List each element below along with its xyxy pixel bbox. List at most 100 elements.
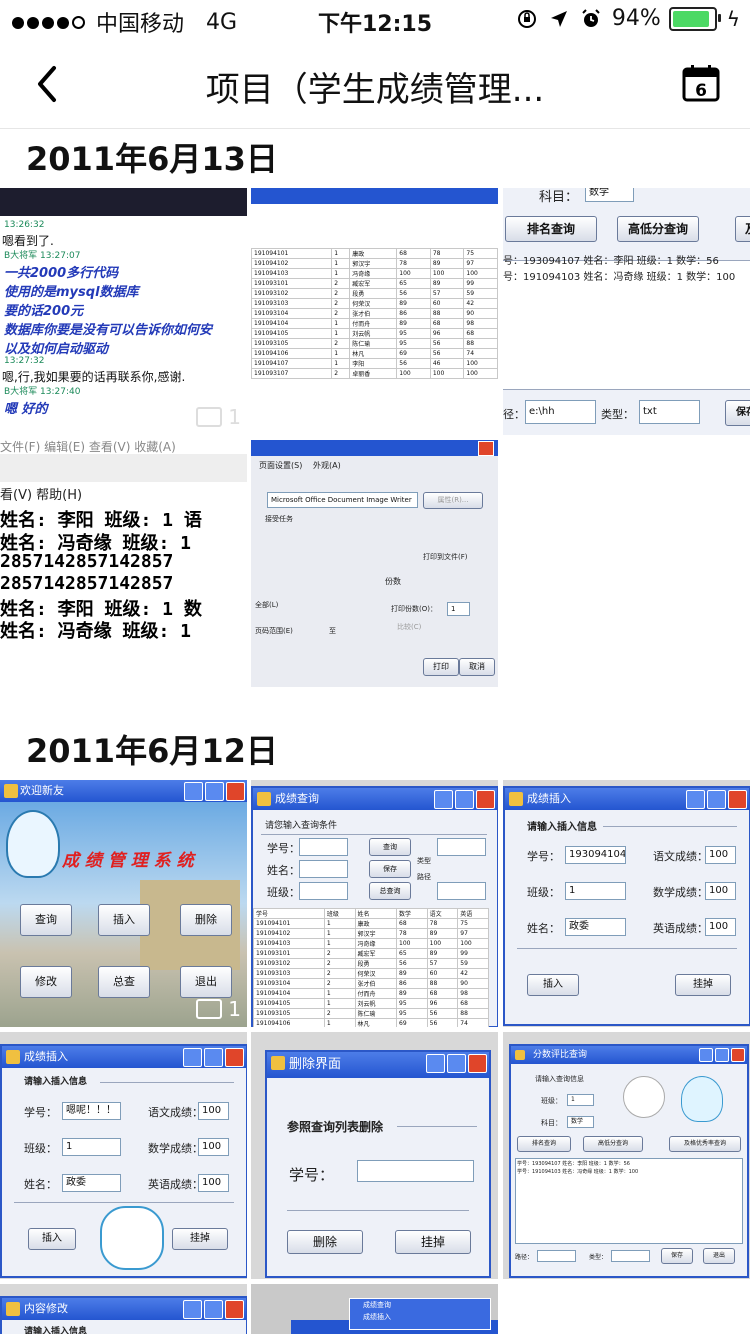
table-cell: 191094102	[251, 258, 333, 269]
table-cell: 何荣汉	[354, 968, 398, 979]
comment-icon	[196, 999, 223, 1019]
table-cell: 何荣汉	[349, 298, 398, 309]
table-header-cell: 学号	[253, 908, 325, 919]
table-cell: 191094102	[253, 928, 325, 939]
table-cell: 2	[323, 978, 356, 989]
table-cell: 95	[396, 1008, 428, 1019]
table-cell: 191094101	[251, 248, 333, 259]
table-cell: 78	[429, 248, 465, 259]
table-row: 191093104 2 张才伯 86 88 90	[253, 978, 489, 989]
table-cell: 2	[323, 968, 356, 979]
table-cell: 1	[331, 318, 351, 329]
photo-thumb-main-menu[interactable]: 欢迎新友 成 绩 管 理 系 统 查询 插入 删除 修改 总查 退出 1	[0, 780, 247, 1027]
photo-thumb-score-query[interactable]: 分数评比查询 请输入查询信息 班级： 1 科目： 数学 排名查询 高低分查询 及…	[503, 1032, 750, 1279]
table-row: 191094103 1 冯奇缘 100 100 100	[251, 268, 498, 279]
table-cell: 56	[396, 288, 431, 299]
photo-thumb-edit[interactable]: 内容修改 请输入插入信息	[0, 1284, 247, 1334]
table-cell: 100	[396, 268, 431, 279]
table-header-cell: 数学	[396, 908, 428, 919]
location-icon	[550, 10, 567, 27]
table-cell: 191094105	[251, 328, 333, 339]
table-cell: 臧宏军	[354, 948, 398, 959]
section-date-1: 2011年6月13日	[26, 140, 278, 178]
table-cell: 97	[463, 258, 498, 269]
table-cell: 56	[426, 1018, 459, 1027]
table-cell: 75	[457, 918, 489, 929]
photo-thumb-taskbar[interactable]: 成绩查询 成绩插入	[251, 1284, 498, 1334]
table-header-cell: 班级	[323, 908, 356, 919]
table-cell: 95	[396, 328, 431, 339]
table-cell: 89	[426, 928, 459, 939]
photo-thumb-grade-query[interactable]: 成绩查询 请您输入查询条件 学号： 查询 姓名： 保存 类型 路径 班级： 总查…	[251, 780, 498, 1027]
table-cell: 1	[323, 1018, 356, 1027]
table-cell: 46	[429, 358, 465, 369]
table-cell: 100	[463, 358, 498, 369]
table-cell: 2	[331, 288, 351, 299]
table-cell: 付而舟	[349, 318, 398, 329]
table-cell: 段勇	[354, 958, 398, 969]
photo-thumb-insert-2[interactable]: 成绩插入 请输入插入信息 学号： 嗯呢！！！ 语文成绩： 100 班级： 1 数…	[0, 1032, 247, 1279]
table-cell: 191093102	[253, 958, 325, 969]
table-cell: 86	[396, 308, 431, 319]
table-row: 191094102 1 郭汉宇 78 89 97	[251, 258, 498, 269]
photo-thumb-insert[interactable]: 成绩插入 请输入插入信息 学号： 193094104 语文成绩： 100 班级：…	[503, 780, 750, 1027]
table-cell: 88	[463, 338, 498, 349]
photo-thumb-notepad[interactable]: 文件(F) 编辑(E) 查看(V) 收藏(A) 看(V) 帮助(H) 姓名: 李…	[0, 440, 247, 687]
table-cell: 89	[396, 298, 431, 309]
table-cell: 89	[429, 258, 465, 269]
table-row: 191094101 1 康政 68 78 75	[253, 918, 489, 929]
table-cell: 96	[426, 998, 459, 1009]
table-cell: 1	[323, 938, 356, 949]
back-icon[interactable]	[28, 60, 68, 108]
table-cell: 191093105	[253, 1008, 325, 1019]
calendar-icon[interactable]: 6	[682, 64, 720, 102]
table-cell: 90	[463, 308, 498, 319]
table-cell: 林凡	[349, 348, 398, 359]
photo-thumb-chat[interactable]: 13:26:32 嗯看到了. B大将军 13:27:07 一共2000多行代码 …	[0, 188, 247, 435]
table-cell: 卓丽香	[349, 368, 398, 379]
table-cell: 89	[396, 318, 431, 329]
table-cell: 57	[426, 958, 459, 969]
table-row: 191094104 1 付而舟 89 68 98	[253, 988, 489, 999]
table-cell: 张才伯	[349, 308, 398, 319]
photo-thumb-query[interactable]: 科目： 数学 排名查询 高低分查询 及 号：193094107 姓名：李阳 班级…	[503, 188, 750, 435]
table-cell: 74	[457, 1018, 489, 1027]
table-cell: 56	[429, 338, 465, 349]
photo-thumb-print-dialog[interactable]: 页面设置(S) 外观(A) Microsoft Office Document …	[251, 440, 498, 687]
status-right: 94% ϟ	[516, 6, 740, 31]
table-cell: 刘云帆	[354, 998, 398, 1009]
table-cell: 2	[323, 958, 356, 969]
table-cell: 69	[396, 1018, 428, 1027]
table-row: 191093105 2 陈仁瑜 95 56 88	[251, 338, 498, 349]
table-cell: 刘云帆	[349, 328, 398, 339]
photo-thumb-table[interactable]: 191094101 1 康政 68 78 75 191094102 1 郭汉宇 78 89 97 191…	[251, 188, 498, 435]
table-cell: 1	[331, 358, 351, 369]
table-row: 191093107 2 卓丽香 100 100 100	[251, 368, 498, 379]
table-cell: 98	[463, 318, 498, 329]
table-cell: 191094103	[251, 268, 333, 279]
rotation-lock-icon	[517, 9, 536, 28]
table-cell: 1	[331, 248, 351, 259]
table-row: 191094101 1 康政 68 78 75	[251, 248, 498, 259]
table-cell: 68	[426, 988, 459, 999]
table-cell: 100	[396, 938, 428, 949]
table-cell: 段勇	[349, 288, 398, 299]
table-cell: 191093104	[251, 308, 333, 319]
table-cell: 2	[323, 1008, 356, 1019]
table-cell: 1	[323, 928, 356, 939]
table-cell: 78	[426, 918, 459, 929]
table-cell: 68	[463, 328, 498, 339]
table-cell: 191093101	[253, 948, 325, 959]
table-row: 191094106 1 林凡 69 56 74	[253, 1018, 489, 1027]
status-bar: 中国移动 4G 下午12:15 94% ϟ	[0, 0, 750, 40]
toolbar-strip	[0, 188, 247, 216]
table-cell: 89	[396, 988, 428, 999]
table-cell: 康政	[354, 918, 398, 929]
table-cell: 90	[457, 978, 489, 989]
table-cell: 42	[463, 298, 498, 309]
table-cell: 191094105	[253, 998, 325, 1009]
table-cell: 191094104	[251, 318, 333, 329]
table-cell: 99	[463, 278, 498, 289]
table-cell: 1	[323, 998, 356, 1009]
photo-thumb-delete[interactable]: 删除界面 参照查询列表删除 学号： 删除 挂掉	[251, 1032, 498, 1279]
